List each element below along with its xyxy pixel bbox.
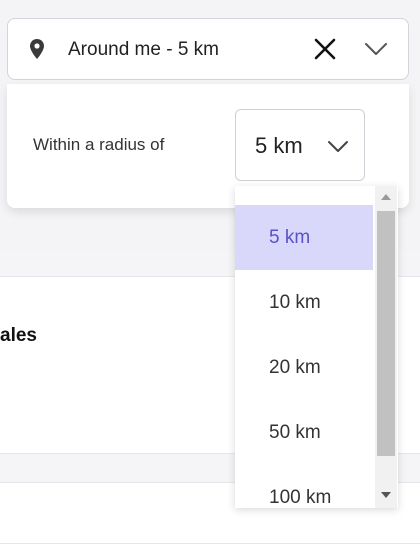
radius-option[interactable]: 20 km (235, 335, 373, 400)
radius-value: 5 km (255, 133, 303, 158)
radius-option[interactable]: 10 km (235, 270, 373, 335)
radius-label: Within a radius of (33, 135, 165, 154)
chevron-down-icon[interactable] (363, 38, 389, 60)
dropdown-scrollbar[interactable] (375, 186, 397, 508)
close-icon[interactable] (312, 36, 338, 62)
map-pin-icon (30, 39, 44, 59)
location-label: Around me - 5 km (68, 39, 219, 60)
location-selector[interactable]: Around me - 5 km (7, 18, 409, 80)
radius-dropdown[interactable]: 5 km 10 km 20 km 50 km 100 km (235, 186, 398, 508)
radius-option[interactable]: 100 km (235, 465, 373, 508)
radius-option[interactable]: 50 km (235, 400, 373, 465)
result-card-title: ales (0, 325, 37, 346)
radius-select[interactable]: 5 km (235, 109, 365, 181)
scrollbar-thumb[interactable] (377, 211, 395, 456)
chevron-down-icon (328, 141, 348, 152)
scroll-up-arrow-icon[interactable] (381, 194, 391, 200)
radius-option[interactable]: 5 km (235, 205, 373, 270)
scroll-down-arrow-icon[interactable] (381, 492, 391, 498)
